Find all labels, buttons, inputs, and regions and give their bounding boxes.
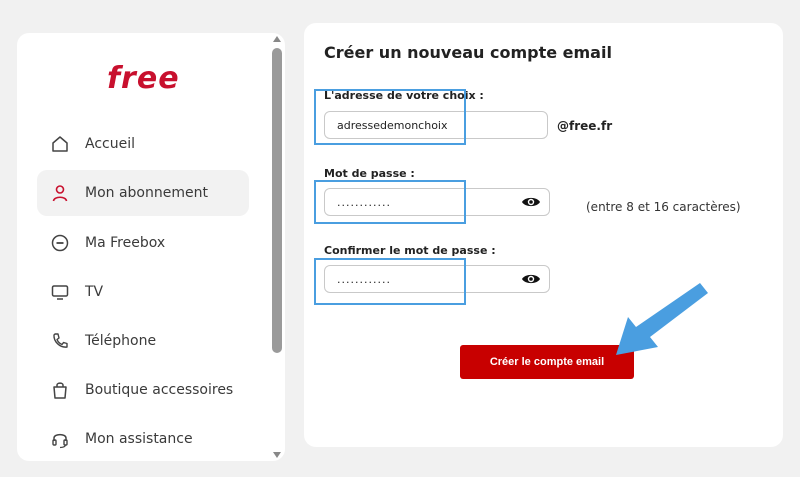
sidebar-item-ma-freebox[interactable]: Ma Freebox bbox=[37, 220, 249, 266]
sidebar-scrollbar[interactable] bbox=[271, 33, 283, 461]
shopping-bag-icon bbox=[49, 379, 71, 401]
domain-suffix: @free.fr bbox=[557, 119, 613, 133]
scroll-thumb[interactable] bbox=[272, 48, 282, 353]
create-email-card: Créer un nouveau compte email L'adresse … bbox=[304, 23, 783, 447]
confirm-password-label: Confirmer le mot de passe : bbox=[324, 244, 496, 257]
eye-icon[interactable] bbox=[521, 272, 541, 289]
sidebar-item-label: Mon assistance bbox=[85, 431, 193, 447]
pointer-arrow-icon bbox=[616, 283, 708, 355]
sidebar: free Accueil Mon abonnement Ma Freebox T… bbox=[17, 33, 285, 461]
password-label: Mot de passe : bbox=[324, 167, 415, 180]
headset-icon bbox=[49, 428, 71, 450]
sidebar-item-label: Téléphone bbox=[85, 333, 157, 349]
sidebar-item-label: Boutique accessoires bbox=[85, 382, 234, 398]
home-icon bbox=[49, 133, 71, 155]
free-logo[interactable]: free bbox=[107, 61, 180, 96]
sidebar-item-boutique-accessoires[interactable]: Boutique accessoires bbox=[37, 367, 249, 413]
page-title: Créer un nouveau compte email bbox=[324, 43, 612, 62]
address-highlight-box bbox=[314, 89, 466, 145]
sidebar-item-telephone[interactable]: Téléphone bbox=[37, 318, 249, 364]
sidebar-item-label: Ma Freebox bbox=[85, 235, 166, 251]
sidebar-item-label: Accueil bbox=[85, 136, 135, 152]
confirm-password-highlight-box bbox=[314, 258, 466, 305]
password-hint: (entre 8 et 16 caractères) bbox=[586, 200, 741, 214]
sidebar-item-label: Mon abonnement bbox=[85, 185, 208, 201]
sidebar-item-accueil[interactable]: Accueil bbox=[37, 121, 249, 167]
sidebar-item-mon-assistance[interactable]: Mon assistance bbox=[37, 416, 249, 461]
sidebar-item-tv[interactable]: TV bbox=[37, 269, 249, 315]
phone-icon bbox=[49, 330, 71, 352]
sidebar-item-label: TV bbox=[85, 284, 104, 300]
sidebar-item-mon-abonnement[interactable]: Mon abonnement bbox=[37, 170, 249, 216]
eye-icon[interactable] bbox=[521, 195, 541, 212]
tv-icon bbox=[49, 281, 71, 303]
password-highlight-box bbox=[314, 180, 466, 224]
scroll-up-icon[interactable] bbox=[273, 36, 281, 42]
user-icon bbox=[49, 182, 71, 204]
freebox-icon bbox=[49, 232, 71, 254]
scroll-down-icon[interactable] bbox=[273, 452, 281, 458]
